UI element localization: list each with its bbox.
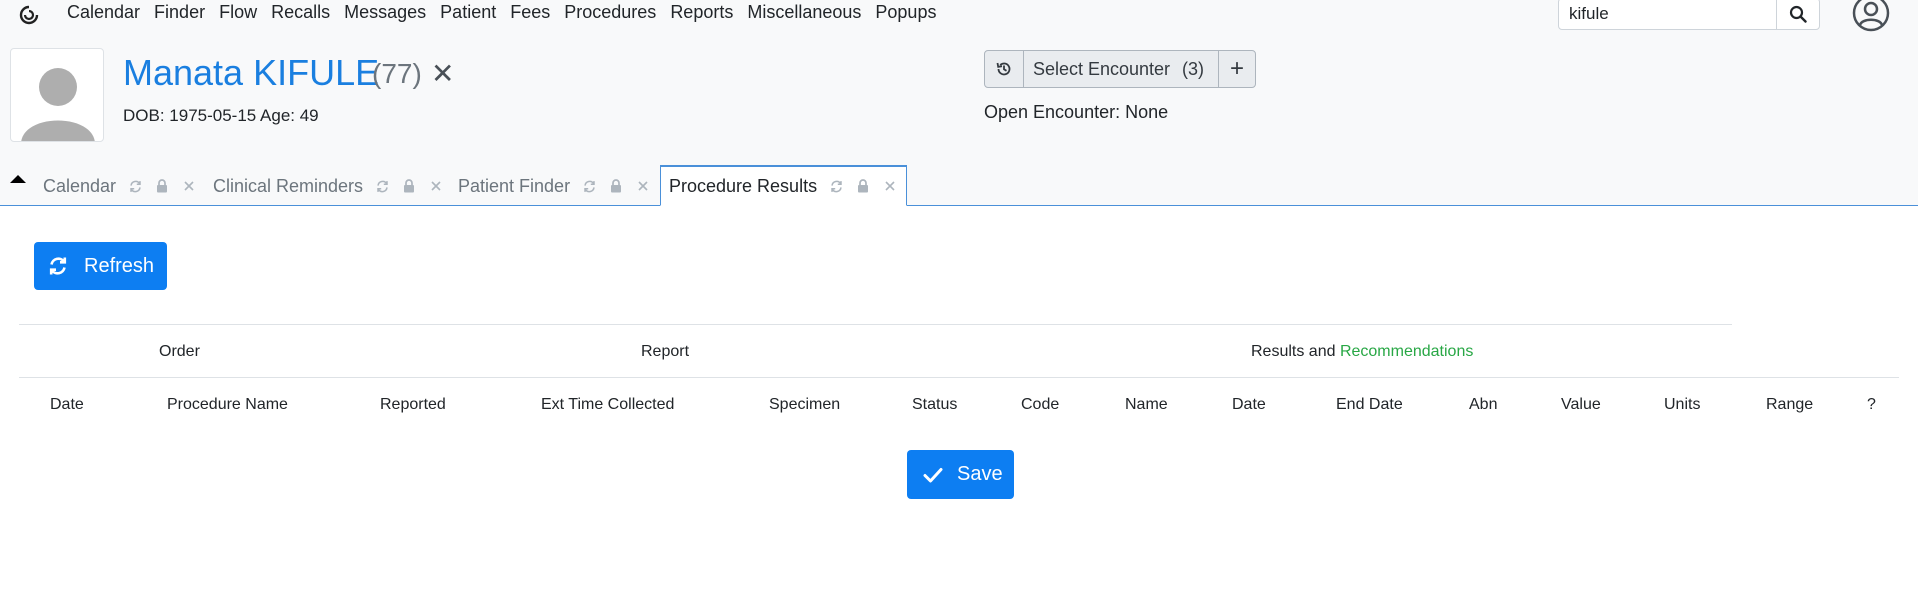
user-account-icon[interactable]: [1852, 0, 1890, 32]
save-button[interactable]: Save: [907, 450, 1014, 499]
results-label: Results and: [1251, 343, 1336, 360]
tab-patient-finder[interactable]: Patient Finder: [458, 166, 651, 206]
column-header-end-date: End Date: [1336, 396, 1403, 413]
column-header-procedure-name: Procedure Name: [167, 396, 288, 413]
refresh-icon[interactable]: [374, 178, 390, 194]
column-header-ext-time-collected: Ext Time Collected: [541, 396, 675, 413]
menu-recalls[interactable]: Recalls: [271, 2, 330, 23]
lock-icon[interactable]: [608, 178, 624, 194]
tab-clinical-reminders-label[interactable]: Clinical Reminders: [213, 176, 363, 197]
encounter-history-button[interactable]: [985, 51, 1024, 87]
column-header-date: Date: [50, 396, 84, 413]
menu-reports[interactable]: Reports: [670, 2, 733, 23]
column-header-name: Name: [1125, 396, 1168, 413]
menu-popups[interactable]: Popups: [875, 2, 936, 23]
menu-miscellaneous[interactable]: Miscellaneous: [747, 2, 861, 23]
refresh-icon[interactable]: [581, 178, 597, 194]
tab-clinical-reminders[interactable]: Clinical Reminders: [213, 166, 444, 206]
patient-name[interactable]: Manata KIFULE: [123, 52, 379, 94]
select-encounter-dropdown[interactable]: Select Encounter (3): [1024, 51, 1219, 87]
open-encounter-status: Open Encounter: None: [984, 102, 1169, 122]
search-icon: [1789, 5, 1807, 23]
menu-fees[interactable]: Fees: [510, 2, 550, 23]
history-icon: [996, 62, 1011, 76]
column-header-result-date: Date: [1232, 396, 1266, 413]
column-header-help: ?: [1867, 396, 1876, 413]
tab-calendar[interactable]: Calendar: [43, 166, 197, 206]
menu-patient[interactable]: Patient: [440, 2, 496, 23]
group-header-report: Report: [641, 343, 690, 360]
lock-icon[interactable]: [154, 178, 170, 194]
tab-calendar-label[interactable]: Calendar: [43, 176, 116, 197]
app-logo-icon[interactable]: [18, 4, 40, 26]
group-header-results: Results and Recommendations: [1251, 343, 1473, 361]
collapse-header-icon[interactable]: [8, 172, 28, 186]
refresh-button-label: Refresh: [84, 254, 155, 277]
table-top-divider: [19, 324, 1732, 325]
navbar: Calendar Finder Flow Recalls Messages Pa…: [0, 0, 1918, 32]
patient-avatar: [10, 48, 104, 142]
menu-flow[interactable]: Flow: [219, 2, 257, 23]
table-group-divider: [19, 377, 1899, 378]
recommendations-label: Recommendations: [1339, 343, 1474, 360]
check-icon: [923, 467, 943, 482]
column-header-value: Value: [1561, 396, 1601, 413]
tab-procedure-results[interactable]: Procedure Results: [660, 165, 908, 206]
patient-dob-age: DOB: 1975-05-15 Age: 49: [123, 106, 319, 125]
lock-icon[interactable]: [401, 178, 417, 194]
column-header-reported: Reported: [380, 396, 446, 413]
close-tab-icon[interactable]: [882, 178, 898, 194]
close-tab-icon[interactable]: [428, 178, 444, 194]
sync-icon: [49, 257, 67, 275]
person-silhouette-icon: [21, 68, 95, 141]
refresh-button[interactable]: Refresh: [34, 242, 167, 290]
menu-procedures[interactable]: Procedures: [564, 2, 656, 23]
column-header-specimen: Specimen: [769, 396, 841, 413]
group-header-order: Order: [159, 343, 200, 360]
encounter-button-group: Select Encounter (3) +: [984, 50, 1256, 88]
close-patient-icon[interactable]: ✕: [431, 60, 454, 88]
select-encounter-count: (3): [1182, 58, 1205, 79]
menu-calendar[interactable]: Calendar: [67, 2, 140, 23]
column-header-status: Status: [912, 396, 958, 413]
column-header-code: Code: [1021, 396, 1060, 413]
select-encounter-label: Select Encounter: [1032, 58, 1171, 79]
tab-procedure-results-label[interactable]: Procedure Results: [669, 176, 817, 197]
close-tab-icon[interactable]: [635, 178, 651, 194]
save-button-label: Save: [957, 463, 1003, 485]
menu-messages[interactable]: Messages: [344, 2, 426, 23]
lock-icon[interactable]: [855, 178, 871, 194]
close-tab-icon[interactable]: [181, 178, 197, 194]
new-encounter-button[interactable]: +: [1219, 51, 1255, 87]
menu-finder[interactable]: Finder: [154, 2, 205, 23]
refresh-icon[interactable]: [828, 178, 844, 194]
column-header-abn: Abn: [1469, 396, 1498, 413]
column-header-units: Units: [1664, 396, 1701, 413]
patient-search-input[interactable]: [1558, 0, 1777, 30]
main-menu: Calendar Finder Flow Recalls Messages Pa…: [67, 2, 950, 23]
patient-encounter-count: (77): [372, 58, 422, 89]
refresh-icon[interactable]: [127, 178, 143, 194]
tab-patient-finder-label[interactable]: Patient Finder: [458, 176, 570, 197]
search-button[interactable]: [1776, 0, 1820, 30]
column-header-range: Range: [1766, 396, 1814, 413]
